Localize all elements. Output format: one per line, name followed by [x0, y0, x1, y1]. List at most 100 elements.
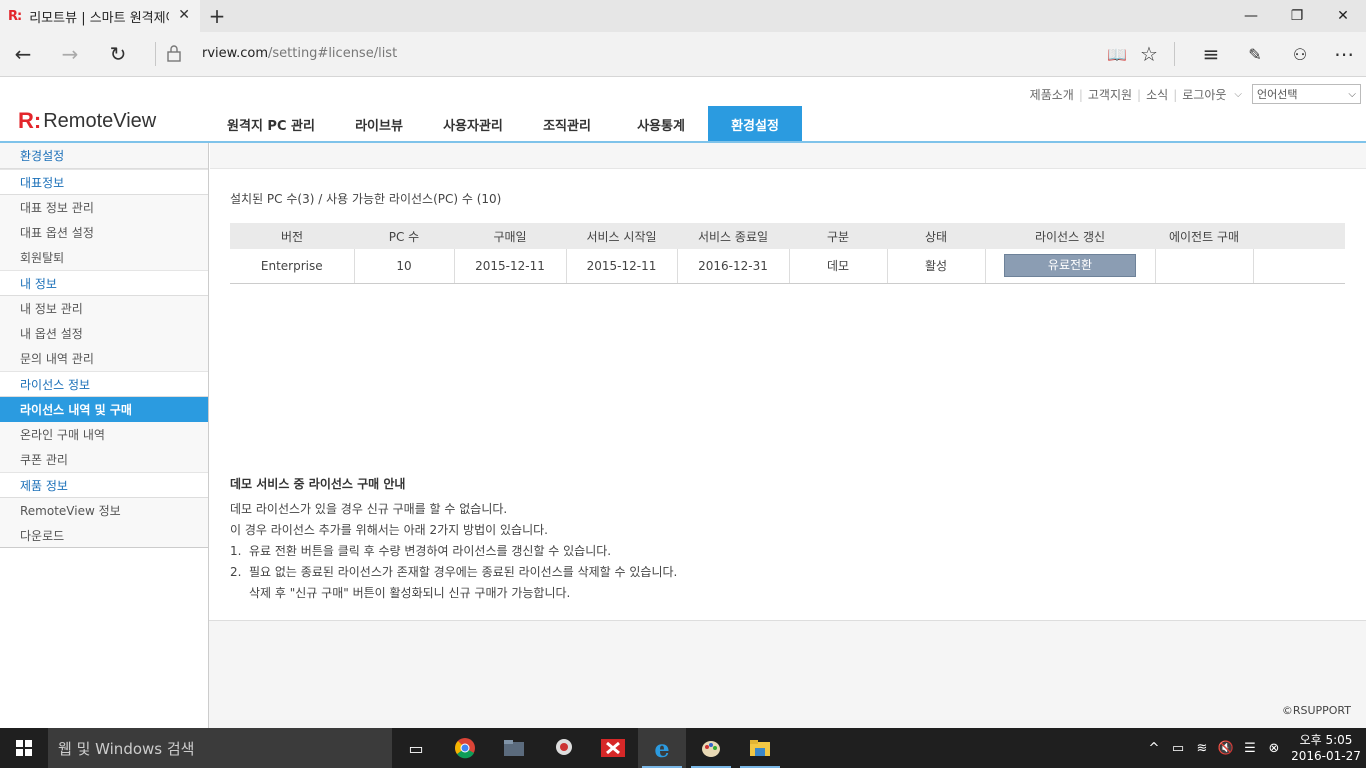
new-tab-icon[interactable]: + [206, 4, 228, 28]
favorite-star-icon[interactable]: ☆ [1134, 40, 1164, 68]
cell-start-date: 2015-12-11 [566, 249, 678, 284]
cell-agent [1155, 249, 1254, 284]
sidebar-item-withdraw[interactable]: 회원탈퇴 [0, 245, 208, 270]
chevron-down-icon[interactable]: ⌵ [1234, 89, 1242, 100]
cell-status: 활성 [887, 249, 986, 284]
cell-type: 데모 [789, 249, 888, 284]
tab-close-icon[interactable]: ✕ [178, 7, 190, 23]
volume-icon[interactable]: 🔇 [1214, 741, 1238, 756]
share-icon[interactable]: ⚇ [1285, 40, 1315, 68]
folder-icon[interactable] [736, 728, 784, 768]
action-center-icon[interactable]: ☰ [1238, 741, 1262, 756]
cell-end-date: 2016-12-31 [677, 249, 790, 284]
chevron-up-icon[interactable]: ^ [1142, 741, 1166, 756]
notification-icon[interactable]: ⊗ [1262, 741, 1286, 756]
guide-item-number: 2. [230, 565, 242, 579]
sidebar-item-rep-options[interactable]: 대표 옵션 설정 [0, 220, 208, 245]
toolbar-divider [1174, 42, 1175, 66]
guide-line: 이 경우 라이선스 추가를 위해서는 아래 2가지 방법이 있습니다. [230, 523, 548, 537]
convert-to-paid-button[interactable]: 유료전환 [1004, 254, 1136, 278]
sidebar-item-download[interactable]: 다운로드 [0, 523, 208, 548]
refresh-icon[interactable]: ↻ [103, 40, 133, 68]
wifi-icon[interactable]: ≋ [1190, 741, 1214, 756]
nav-remote-pc[interactable]: 원격지 PC 관리 [210, 106, 332, 142]
language-select[interactable]: 언어선택 ⌵ [1252, 84, 1361, 104]
guide-item-number: 1. [230, 544, 242, 558]
guide-list-item: 삭제 후 "신규 구매" 버튼이 활성화되니 신규 구매가 가능합니다. [230, 583, 930, 604]
battery-icon[interactable]: ▭ [1166, 741, 1190, 756]
toplink-products[interactable]: 제품소개 [1030, 86, 1074, 103]
column-header [1253, 223, 1345, 249]
chevron-down-icon: ⌵ [1348, 88, 1356, 100]
content-header-band [210, 143, 1366, 169]
xmind-icon[interactable] [589, 728, 637, 768]
sidebar-item-coupons[interactable]: 쿠폰 관리 [0, 447, 208, 472]
sidebar-item-online-purchases[interactable]: 온라인 구매 내역 [0, 422, 208, 447]
edge-icon[interactable]: e [638, 728, 686, 768]
task-view-icon[interactable]: ▭ [392, 728, 440, 768]
column-header: 에이전트 구매 [1155, 223, 1253, 249]
toplink-support[interactable]: 고객지원 [1088, 86, 1132, 103]
sidebar-group-representative[interactable]: 대표정보 [0, 169, 208, 195]
logo-text: RemoteView [43, 109, 157, 132]
cell-pc-count: 10 [354, 249, 455, 284]
table-header-row: 버전 PC 수 구매일 서비스 시작일 서비스 종료일 구분 상태 라이선스 갱… [230, 223, 1345, 249]
toplink-separator: | [1078, 87, 1083, 102]
browser-tabbar: R: 리모트뷰 | 스마트 원격제어 ✕ + — ❐ ✕ [0, 0, 1366, 32]
hub-icon[interactable]: ≡ [1196, 40, 1226, 68]
web-note-icon[interactable]: ✎ [1240, 40, 1270, 68]
table-row: Enterprise 10 2015-12-11 2015-12-11 2016… [230, 249, 1345, 284]
sidebar-item-rep-info[interactable]: 대표 정보 관리 [0, 195, 208, 220]
app-icon[interactable] [540, 728, 588, 768]
chrome-icon[interactable] [441, 728, 489, 768]
sidebar-item-my-info[interactable]: 내 정보 관리 [0, 296, 208, 321]
guide-list-item: 1. 유료 전환 버튼을 클릭 후 수량 변경하여 라이선스를 갱신할 수 있습니… [230, 541, 930, 562]
column-header: 라이선스 갱신 [985, 223, 1155, 249]
top-links: 제품소개 | 고객지원 | 소식 | 로그아웃 ⌵ [1030, 86, 1242, 103]
column-header: 구분 [789, 223, 887, 249]
column-header: 상태 [887, 223, 985, 249]
forward-icon[interactable]: → [55, 40, 85, 68]
guide-item-text: 유료 전환 버튼을 클릭 후 수량 변경하여 라이선스를 갱신할 수 있습니다. [249, 544, 612, 558]
sidebar-item-license-history[interactable]: 라이선스 내역 및 구매 [0, 397, 208, 422]
url-field[interactable]: rview.com/setting#license/list [202, 46, 397, 61]
file-explorer-icon[interactable] [490, 728, 538, 768]
guide-line: 데모 라이선스가 있을 경우 신규 구매를 할 수 없습니다. [230, 502, 508, 516]
taskbar-search-placeholder: 웹 및 Windows 검색 [58, 739, 195, 758]
back-icon[interactable]: ← [8, 40, 38, 68]
taskbar-search-input[interactable]: 웹 및 Windows 검색 [48, 728, 392, 768]
nav-users[interactable]: 사용자관리 [426, 106, 520, 142]
nav-statistics[interactable]: 사용통계 [614, 106, 708, 142]
sidebar-group-my-info[interactable]: 내 정보 [0, 270, 208, 296]
address-toolbar: ← → ↻ rview.com/setting#license/list 📖 ☆… [0, 32, 1366, 77]
nav-settings[interactable]: 환경설정 [708, 106, 802, 142]
logo[interactable]: R: RemoteView [18, 108, 156, 134]
sidebar-item-inquiries[interactable]: 문의 내역 관리 [0, 346, 208, 371]
browser-tab[interactable]: R: 리모트뷰 | 스마트 원격제어 ✕ [0, 0, 200, 32]
taskbar: 웹 및 Windows 검색 ▭ e ^ ▭ ≋ 🔇 ☰ ⊗ 오후 5:05 2… [0, 728, 1366, 768]
restore-icon[interactable]: ❐ [1274, 0, 1320, 32]
system-tray: ^ ▭ ≋ 🔇 ☰ ⊗ 오후 5:05 2016-01-27 [1142, 728, 1366, 768]
cell-renew: 유료전환 [985, 249, 1156, 284]
sidebar-group-product[interactable]: 제품 정보 [0, 472, 208, 498]
sidebar-title[interactable]: 환경설정 [0, 143, 208, 169]
lock-icon[interactable] [166, 43, 182, 63]
reading-view-icon[interactable]: 📖 [1102, 40, 1132, 68]
taskbar-clock[interactable]: 오후 5:05 2016-01-27 [1286, 732, 1366, 764]
paint-icon[interactable] [687, 728, 735, 768]
windows-start-icon[interactable] [0, 728, 48, 768]
nav-organization[interactable]: 조직관리 [520, 106, 614, 142]
toplink-news[interactable]: 소식 [1146, 86, 1168, 103]
url-path: /setting#license/list [267, 46, 398, 61]
more-icon[interactable]: ⋯ [1329, 40, 1359, 68]
minimize-icon[interactable]: — [1228, 0, 1274, 32]
sidebar-item-remoteview-info[interactable]: RemoteView 정보 [0, 498, 208, 523]
toplink-logout[interactable]: 로그아웃 [1182, 86, 1226, 103]
close-window-icon[interactable]: ✕ [1320, 0, 1366, 32]
license-table: 버전 PC 수 구매일 서비스 시작일 서비스 종료일 구분 상태 라이선스 갱… [230, 223, 1345, 284]
license-guide: 데모 서비스 중 라이선스 구매 안내 데모 라이선스가 있을 경우 신규 구매… [230, 474, 930, 604]
sidebar-item-my-options[interactable]: 내 옵션 설정 [0, 321, 208, 346]
nav-liveview[interactable]: 라이브뷰 [332, 106, 426, 142]
toplink-separator: | [1173, 87, 1178, 102]
sidebar-group-license[interactable]: 라이선스 정보 [0, 371, 208, 397]
